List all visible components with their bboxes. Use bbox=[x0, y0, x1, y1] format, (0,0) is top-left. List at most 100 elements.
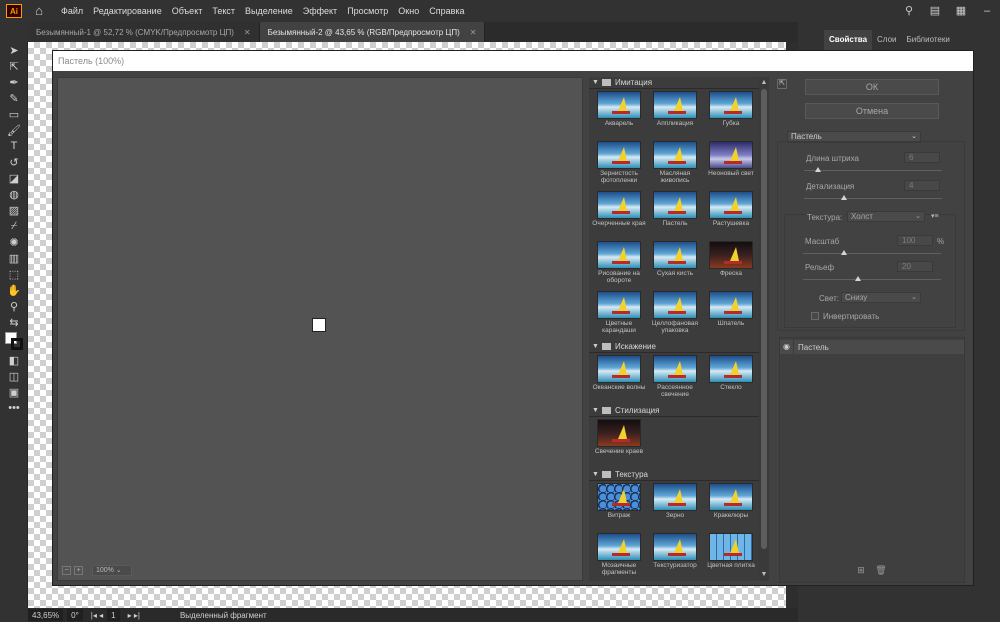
eye-icon[interactable]: ◉ bbox=[780, 340, 794, 354]
curvature-tool-icon[interactable]: ✎ bbox=[0, 90, 28, 106]
selection-tool-icon[interactable]: ➤ bbox=[0, 42, 28, 58]
gallery-category-header[interactable]: ▼ Стилизация bbox=[589, 405, 759, 417]
menu-file[interactable]: Файл bbox=[56, 6, 88, 16]
filter-thumbnail[interactable]: Целлофановая упаковка bbox=[647, 291, 703, 341]
tab-libraries[interactable]: Библиотеки bbox=[901, 30, 954, 50]
artboard-tool-icon[interactable]: ⬚ bbox=[0, 266, 28, 282]
filter-thumbnail[interactable]: Зерно bbox=[647, 483, 703, 533]
gallery-category-header[interactable]: ▼ Искажение bbox=[589, 341, 759, 353]
filter-thumbnail[interactable]: Масляная живопись bbox=[647, 141, 703, 191]
eraser-tool-icon[interactable]: ◪ bbox=[0, 170, 28, 186]
hand-tool-icon[interactable]: ✋ bbox=[0, 282, 28, 298]
search-icon[interactable]: ⚲ bbox=[902, 5, 916, 17]
filter-thumbnail[interactable]: Аппликация bbox=[647, 91, 703, 141]
menu-object[interactable]: Объект bbox=[167, 6, 208, 16]
relief-slider[interactable] bbox=[803, 279, 941, 280]
ok-button[interactable]: ОК bbox=[805, 79, 939, 95]
collapse-gallery-button[interactable]: ⇱ bbox=[777, 79, 787, 89]
tab-layers[interactable]: Слои bbox=[872, 30, 901, 50]
direct-selection-tool-icon[interactable]: ⇱ bbox=[0, 58, 28, 74]
filter-thumbnail[interactable]: Акварель bbox=[591, 91, 647, 141]
stroke-length-slider[interactable] bbox=[804, 170, 942, 171]
filter-thumbnail[interactable]: Рисование на обороте bbox=[591, 241, 647, 291]
texture-select[interactable]: Холст ⌄ bbox=[847, 211, 925, 222]
home-icon[interactable]: ⌂ bbox=[32, 4, 46, 18]
document-tab-2[interactable]: Безымянный-2 @ 43,65 % (RGB/Предпросмотр… bbox=[259, 22, 486, 42]
artboard-number-field[interactable]: 1 bbox=[107, 609, 120, 621]
arrange-documents-icon[interactable]: ▤ bbox=[928, 5, 942, 17]
filter-thumbnail[interactable]: Очерченные края bbox=[591, 191, 647, 241]
minimize-icon[interactable]: – bbox=[980, 5, 994, 17]
filter-thumbnail[interactable]: Фреска bbox=[703, 241, 759, 291]
gradient-tool-icon[interactable]: ▨ bbox=[0, 202, 28, 218]
zoom-tool-icon[interactable]: ⚲ bbox=[0, 298, 28, 314]
zoom-in-button[interactable]: + bbox=[74, 566, 83, 575]
rotate-tool-icon[interactable]: ↺ bbox=[0, 154, 28, 170]
cancel-button[interactable]: Отмена bbox=[805, 103, 939, 119]
menu-select[interactable]: Выделение bbox=[240, 6, 298, 16]
eyedropper-tool-icon[interactable]: ⌿ bbox=[0, 218, 28, 234]
relief-slider-thumb[interactable] bbox=[855, 276, 862, 281]
zoom-level-field[interactable]: 43,65% bbox=[28, 609, 64, 621]
stroke-length-slider-thumb[interactable] bbox=[814, 167, 821, 172]
color-mode-icon[interactable]: ◧ bbox=[0, 352, 28, 368]
texture-menu-icon[interactable]: ▾≡ bbox=[931, 212, 939, 220]
artboard-prev-icon[interactable]: |◂ ◂ bbox=[91, 611, 103, 620]
detail-slider-thumb[interactable] bbox=[841, 195, 848, 200]
scroll-down-icon[interactable]: ▼ bbox=[760, 571, 768, 579]
filter-thumbnail[interactable]: Океанские волны bbox=[591, 355, 647, 405]
draw-mode-icon[interactable]: ◫ bbox=[0, 368, 28, 384]
scale-input[interactable]: 100 bbox=[897, 235, 933, 246]
pen-tool-icon[interactable]: ✒ bbox=[0, 74, 28, 90]
filter-thumbnail[interactable]: Цветная плитка bbox=[703, 533, 759, 581]
filter-thumbnail[interactable]: Пастель bbox=[647, 191, 703, 241]
filter-thumbnail[interactable]: Кракелюры bbox=[703, 483, 759, 533]
detail-slider[interactable] bbox=[804, 198, 942, 199]
gallery-scrollbar[interactable]: ▲ ▼ bbox=[759, 77, 769, 581]
invert-checkbox[interactable] bbox=[811, 312, 819, 320]
filter-preview[interactable]: − + 100% ⌄ bbox=[57, 77, 583, 581]
light-select[interactable]: Снизу ⌄ bbox=[841, 292, 921, 303]
swap-colors-icon[interactable]: ⇆ bbox=[0, 314, 28, 330]
filter-thumbnail[interactable]: Шпатель bbox=[703, 291, 759, 341]
menu-window[interactable]: Окно bbox=[393, 6, 424, 16]
effect-layer-row[interactable]: ◉ Пастель bbox=[780, 340, 964, 354]
menu-effect[interactable]: Эффект bbox=[298, 6, 342, 16]
expanded-triangle-icon[interactable]: ▼ bbox=[592, 407, 599, 414]
zoom-out-button[interactable]: − bbox=[62, 566, 71, 575]
close-tab-icon[interactable]: ✕ bbox=[244, 28, 251, 37]
scale-slider-thumb[interactable] bbox=[841, 250, 848, 255]
stroke-length-input[interactable]: 6 bbox=[904, 152, 940, 163]
shape-builder-tool-icon[interactable]: ◍ bbox=[0, 186, 28, 202]
artboard-next-icon[interactable]: ▸ ▸| bbox=[128, 611, 140, 620]
expanded-triangle-icon[interactable]: ▼ bbox=[592, 471, 599, 478]
scroll-thumb[interactable] bbox=[761, 89, 767, 549]
filter-thumbnail[interactable]: Рассеянное свечение bbox=[647, 355, 703, 405]
type-tool-icon[interactable]: T bbox=[0, 138, 28, 154]
filter-thumbnail[interactable]: Цветные карандаши bbox=[591, 291, 647, 341]
filter-thumbnail[interactable]: Стекло bbox=[703, 355, 759, 405]
document-tab-1[interactable]: Безымянный-1 @ 52,72 % (CMYK/Предпросмот… bbox=[28, 22, 260, 42]
preview-zoom-select[interactable]: 100% ⌄ bbox=[92, 565, 132, 576]
detail-input[interactable]: 4 bbox=[904, 180, 940, 191]
screen-mode-icon[interactable]: ▣ bbox=[0, 384, 28, 400]
filter-thumbnail[interactable]: Сухая кисть bbox=[647, 241, 703, 291]
filter-thumbnail[interactable]: Губка bbox=[703, 91, 759, 141]
scale-slider[interactable] bbox=[803, 253, 941, 254]
filter-thumbnail[interactable]: Витраж bbox=[591, 483, 647, 533]
menu-view[interactable]: Просмотр bbox=[342, 6, 393, 16]
graph-tool-icon[interactable]: ▥ bbox=[0, 250, 28, 266]
filter-thumbnail[interactable]: Мозаичные фрагменты bbox=[591, 533, 647, 581]
paintbrush-tool-icon[interactable]: 🖌 bbox=[0, 122, 28, 138]
new-effect-layer-icon[interactable]: ⊞ bbox=[855, 565, 867, 575]
fill-stroke-swatch-icon[interactable] bbox=[0, 330, 28, 352]
menu-edit[interactable]: Редактирование bbox=[88, 6, 167, 16]
gallery-category-header[interactable]: ▼ Имитация bbox=[589, 77, 759, 89]
scroll-up-icon[interactable]: ▲ bbox=[760, 79, 768, 87]
tab-properties[interactable]: Свойства bbox=[824, 30, 873, 50]
more-tools-icon[interactable]: ••• bbox=[0, 400, 28, 416]
menu-help[interactable]: Справка bbox=[424, 6, 469, 16]
menu-text[interactable]: Текст bbox=[207, 6, 240, 16]
filter-thumbnail[interactable]: Зернистость фотопленки bbox=[591, 141, 647, 191]
relief-input[interactable]: 20 bbox=[897, 261, 933, 272]
